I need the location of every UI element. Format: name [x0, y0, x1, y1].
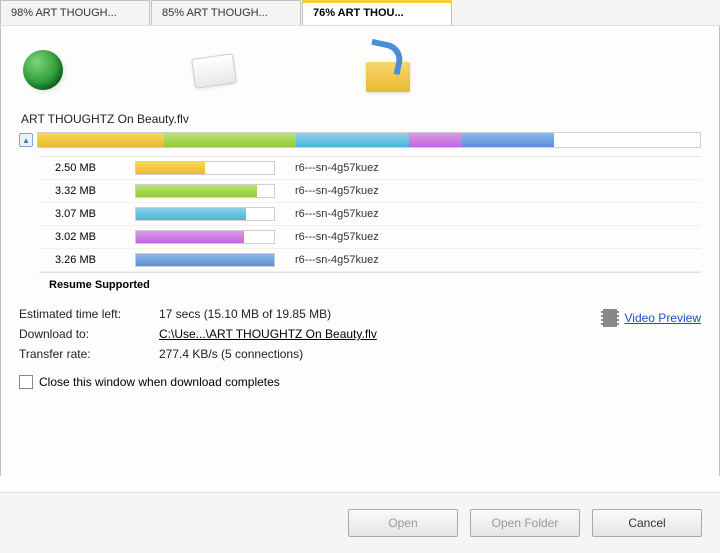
thread-host: r6---sn-4g57kuez — [295, 254, 379, 266]
rate-label: Transfer rate: — [19, 347, 159, 361]
thread-row: 3.07 MB r6---sn-4g57kuez — [39, 203, 701, 226]
thread-row: 3.26 MB r6---sn-4g57kuez — [39, 249, 701, 272]
thread-host: r6---sn-4g57kuez — [295, 231, 379, 243]
overall-progress-row: ▴ — [19, 132, 701, 148]
thread-row: 2.50 MB r6---sn-4g57kuez — [39, 157, 701, 180]
info-table: Estimated time left: 17 secs (15.10 MB o… — [19, 307, 377, 361]
thread-row: 3.32 MB r6---sn-4g57kuez — [39, 180, 701, 203]
progress-segment-5 — [462, 133, 555, 147]
download-window: 98% ART THOUGH... 85% ART THOUGH... 76% … — [0, 0, 720, 553]
thread-host: r6---sn-4g57kuez — [295, 162, 379, 174]
thread-progress-bar — [135, 184, 275, 198]
video-preview-link[interactable]: Video Preview — [625, 311, 702, 325]
icon-row — [19, 38, 701, 112]
overall-progress-bar — [37, 132, 701, 148]
globe-icon — [23, 50, 63, 90]
thread-progress-fill — [136, 162, 205, 174]
button-row: Open Open Folder Cancel — [0, 492, 720, 553]
thread-size: 3.26 MB — [45, 254, 135, 266]
thread-progress-fill — [136, 185, 257, 197]
thread-progress-fill — [136, 254, 274, 266]
tab-download-1[interactable]: 85% ART THOUGH... — [151, 0, 301, 25]
thread-progress-fill — [136, 231, 244, 243]
thread-size: 3.32 MB — [45, 185, 135, 197]
cancel-button[interactable]: Cancel — [592, 509, 702, 537]
open-button[interactable]: Open — [348, 509, 458, 537]
thread-size: 3.07 MB — [45, 208, 135, 220]
progress-segment-3 — [296, 133, 409, 147]
open-folder-button[interactable]: Open Folder — [470, 509, 580, 537]
download-filename: ART THOUGHTZ On Beauty.flv — [19, 112, 701, 126]
eta-label: Estimated time left: — [19, 307, 159, 321]
close-when-done-row: Close this window when download complete… — [19, 375, 701, 389]
thread-host: r6---sn-4g57kuez — [295, 185, 379, 197]
file-icon — [183, 50, 243, 90]
progress-segment-2 — [164, 133, 296, 147]
info-block: Estimated time left: 17 secs (15.10 MB o… — [19, 307, 701, 361]
tab-bar: 98% ART THOUGH... 85% ART THOUGH... 76% … — [0, 0, 720, 26]
progress-segment-1 — [38, 133, 164, 147]
progress-segment-4 — [409, 133, 462, 147]
thread-size: 3.02 MB — [45, 231, 135, 243]
thread-list: 2.50 MB r6---sn-4g57kuez 3.32 MB r6---sn-4g… — [39, 156, 701, 272]
folder-arrow-icon — [363, 48, 413, 92]
resume-status: Resume Supported — [39, 272, 701, 297]
tab-download-0[interactable]: 98% ART THOUGH... — [0, 0, 150, 25]
close-when-done-checkbox[interactable] — [19, 375, 33, 389]
thread-row: 3.02 MB r6---sn-4g57kuez — [39, 226, 701, 249]
download-path-link[interactable]: C:\Use...\ART THOUGHTZ On Beauty.flv — [159, 327, 377, 341]
tab-download-2[interactable]: 76% ART THOU... — [302, 0, 452, 25]
thread-progress-bar — [135, 230, 275, 244]
collapse-threads-button[interactable]: ▴ — [19, 133, 33, 147]
thread-progress-bar — [135, 207, 275, 221]
thread-size: 2.50 MB — [45, 162, 135, 174]
thread-progress-bar — [135, 161, 275, 175]
rate-value: 277.4 KB/s (5 connections) — [159, 347, 377, 361]
eta-value: 17 secs (15.10 MB of 19.85 MB) — [159, 307, 377, 321]
video-preview-box: Video Preview — [601, 309, 702, 327]
close-when-done-label: Close this window when download complete… — [39, 375, 280, 389]
path-label: Download to: — [19, 327, 159, 341]
film-icon — [601, 309, 619, 327]
tab-content: ART THOUGHTZ On Beauty.flv ▴ 2.50 MB r6--… — [0, 26, 720, 476]
thread-host: r6---sn-4g57kuez — [295, 208, 379, 220]
thread-progress-bar — [135, 253, 275, 267]
thread-progress-fill — [136, 208, 246, 220]
